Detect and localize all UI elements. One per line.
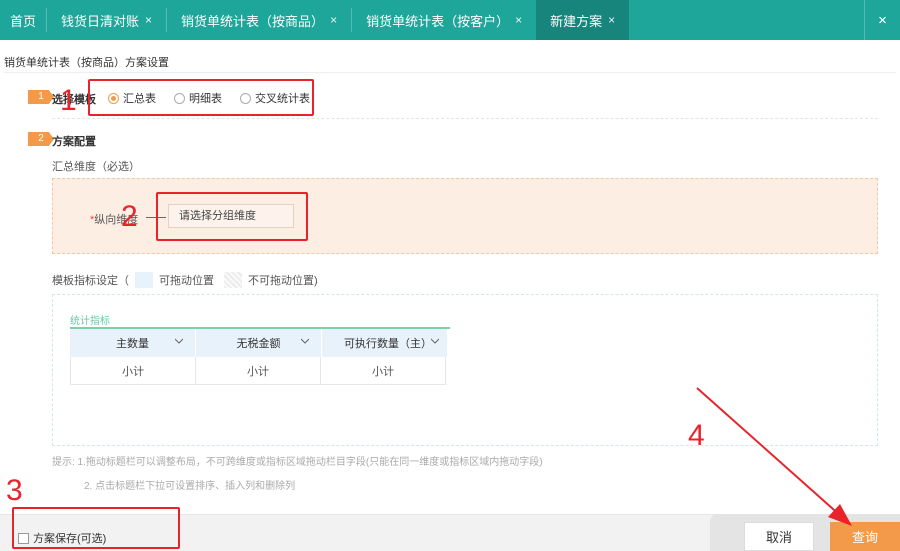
cancel-button[interactable]: 取消	[744, 522, 814, 551]
column-label: 无税金额	[236, 338, 281, 350]
legend-prefix: 模板指标设定（	[52, 275, 129, 287]
annotation-number-1: 1	[60, 84, 77, 117]
step-badge: 1	[28, 90, 54, 104]
metric-column-header[interactable]: 无税金额	[196, 329, 322, 357]
chevron-down-icon[interactable]	[301, 337, 309, 345]
tab-label: 销货单统计表（按商品）	[181, 13, 325, 29]
legend-draggable: 可拖动位置	[159, 275, 214, 287]
query-button[interactable]: 查询	[830, 522, 900, 551]
annotation-box-3	[12, 507, 180, 549]
metric-table: 主数量 无税金额 可执行数量（主） 小计 小计 小计	[70, 327, 450, 385]
page-title: 销货单统计表（按商品）方案设置	[4, 57, 169, 69]
tab-label: 销货单统计表（按客户）	[366, 13, 510, 29]
column-label: 主数量	[116, 338, 149, 350]
subtotal-cell: 小计	[195, 357, 321, 385]
subtotal-cell: 小计	[70, 357, 196, 385]
metric-header-row: 主数量 无税金额 可执行数量（主）	[70, 329, 450, 357]
step-badge: 2	[28, 132, 54, 146]
section-divider	[52, 118, 878, 119]
settings-panel	[4, 72, 896, 512]
step-label: 方案配置	[52, 136, 96, 148]
close-icon[interactable]: ×	[864, 0, 900, 40]
close-icon[interactable]: ×	[608, 13, 615, 27]
close-icon[interactable]: ×	[515, 13, 522, 27]
tab-bar: 首页 钱货日清对账 × 销货单统计表（按商品） × 销货单统计表（按客户） × 新建方…	[0, 0, 900, 40]
legend-not-draggable: 不可拖动位置)	[248, 275, 318, 287]
close-icon[interactable]: ×	[145, 13, 152, 27]
tab-sales-by-product[interactable]: 销货单统计表（按商品） ×	[167, 0, 351, 40]
tab-home[interactable]: 首页	[0, 0, 46, 40]
summary-dimension-label: 汇总维度（必选）	[52, 161, 140, 173]
annotation-number-4: 4	[688, 419, 705, 452]
metric-column-header[interactable]: 可执行数量（主）	[322, 329, 448, 357]
column-label: 可执行数量（主）	[344, 338, 432, 350]
tab-new-plan[interactable]: 新建方案 ×	[536, 0, 630, 40]
metric-title: 统计指标	[70, 316, 110, 327]
hint-line-2: 2. 点击标题栏下拉可设置排序、插入列和删除列	[84, 481, 296, 492]
annotation-box-1	[88, 79, 314, 116]
annotation-number-2: 2	[121, 200, 138, 233]
tab-sales-by-customer[interactable]: 销货单统计表（按客户） ×	[352, 0, 536, 40]
chevron-down-icon[interactable]	[175, 337, 183, 345]
draggable-swatch	[135, 272, 153, 288]
tab-label: 钱货日清对账	[61, 13, 140, 29]
tab-label: 首页	[10, 13, 37, 29]
annotation-number-3: 3	[6, 474, 23, 507]
subtotal-cell: 小计	[320, 357, 446, 385]
metric-subtotal-row: 小计 小计 小计	[70, 357, 450, 385]
metric-legend: 模板指标设定（ 可拖动位置 不可拖动位置)	[52, 272, 318, 288]
metric-column-header[interactable]: 主数量	[70, 329, 196, 357]
annotation-box-2	[156, 192, 308, 241]
non-draggable-swatch	[224, 272, 242, 288]
tab-daily-reconciliation[interactable]: 钱货日清对账 ×	[47, 0, 166, 40]
chevron-down-icon[interactable]	[431, 337, 439, 345]
close-icon[interactable]: ×	[330, 13, 337, 27]
hint-line-1: 提示: 1.拖动标题栏可以调整布局，不可跨维度或指标区域拖动栏目字段(只能在同一…	[52, 457, 543, 468]
tab-label: 新建方案	[550, 13, 603, 29]
